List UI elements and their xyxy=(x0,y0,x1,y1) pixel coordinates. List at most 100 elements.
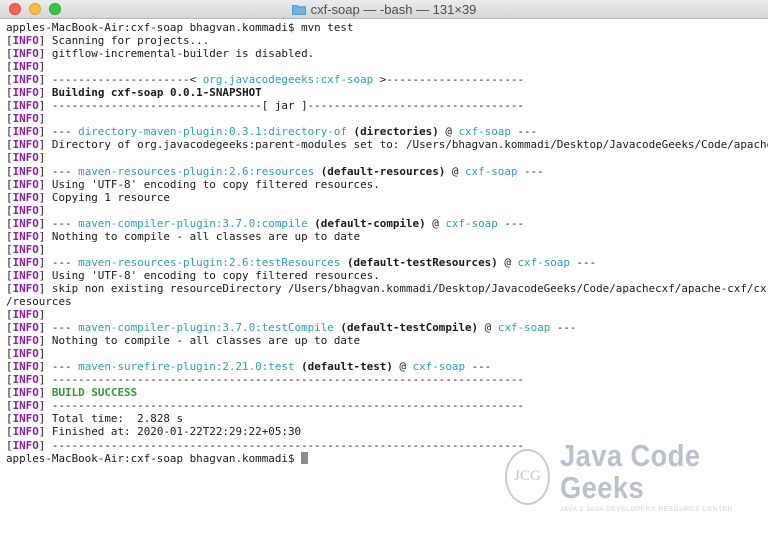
log-level-tag: INFO xyxy=(12,177,39,191)
highlight-text: cxf-soap xyxy=(445,216,498,230)
log-level-tag: INFO xyxy=(12,216,39,230)
terminal-text: >--------------------- xyxy=(373,73,525,87)
terminal-text: ] xyxy=(38,308,46,322)
terminal-text: ] Total time: 2.828 s xyxy=(38,412,184,426)
terminal-text: @ xyxy=(478,321,498,335)
terminal-text: ] xyxy=(38,60,46,74)
terminal-line: [INFO] Directory of org.javacodegeeks:pa… xyxy=(6,138,768,151)
terminal-text: --- xyxy=(569,255,597,269)
bold-text: (default-testResources) xyxy=(346,255,498,269)
logo-badge-text: JCG xyxy=(514,468,541,484)
terminal-line: [INFO] xyxy=(6,204,768,217)
log-level-tag: INFO xyxy=(12,412,39,426)
highlight-text: cxf-soap xyxy=(412,360,466,374)
terminal-line: [INFO] ---------------------------------… xyxy=(6,399,768,412)
terminal-text: @ xyxy=(425,216,446,230)
bold-text: (default-test) xyxy=(301,360,393,374)
logo-subtitle: JAVA 2 JAVA DEVELOPERS RESOURCE CENTER xyxy=(559,506,733,513)
logo-title: Java Code Geeks xyxy=(559,438,701,505)
java-code-geeks-watermark: JCG Java Code Geeks JAVA 2 JAVA DEVELOPE… xyxy=(505,440,768,513)
terminal-text: ] Copying 1 resource xyxy=(38,190,170,204)
terminal-line: [INFO] --- maven-surefire-plugin:2.21.0:… xyxy=(6,360,768,373)
terminal-text: ] --- xyxy=(38,164,79,178)
terminal-text: ] Directory of org.javacodegeeks:parent-… xyxy=(38,138,768,152)
log-level-tag: INFO xyxy=(12,425,39,439)
terminal-text: ] Finished at: 2020-01-22T22:29:22+05:30 xyxy=(38,425,302,439)
terminal-line: [INFO] BUILD SUCCESS xyxy=(6,386,768,399)
log-level-tag: INFO xyxy=(12,308,39,322)
log-level-tag: INFO xyxy=(12,151,39,165)
highlight-text: cxf-soap xyxy=(497,321,551,335)
terminal-line: /resources xyxy=(6,295,768,308)
highlight-text: cxf-soap xyxy=(458,125,511,139)
terminal-text: --- xyxy=(517,164,544,178)
bold-text: Building cxf-soap 0.0.1-SNAPSHOT xyxy=(51,86,262,100)
jcg-logo-icon: JCG xyxy=(505,448,550,505)
highlight-text: directory-maven-plugin:0.3.1:directory-o… xyxy=(78,125,347,139)
terminal-line: [INFO] Building cxf-soap 0.0.1-SNAPSHOT xyxy=(6,86,768,99)
terminal-text: ] Nothing to compile - all classes are u… xyxy=(38,334,361,348)
log-level-tag: INFO xyxy=(12,34,39,48)
terminal-line: [INFO] Using 'UTF-8' encoding to copy fi… xyxy=(6,178,768,191)
terminal-text: ] xyxy=(38,151,46,165)
terminal-line: [INFO] xyxy=(6,347,768,360)
highlight-text: maven-resources-plugin:2.6:testResources xyxy=(78,255,341,269)
terminal-text: ] --- xyxy=(38,216,79,230)
log-level-tag: INFO xyxy=(12,334,39,348)
terminal-text: ] Nothing to compile - all classes are u… xyxy=(38,229,361,243)
terminal-text: ] xyxy=(38,203,46,217)
terminal-line: [INFO] xyxy=(6,151,768,164)
log-level-tag: INFO xyxy=(12,360,39,374)
log-level-tag: INFO xyxy=(12,229,39,243)
terminal-window: cxf-soap — -bash — 131×39 apples-MacBook… xyxy=(0,0,768,538)
build-status: BUILD SUCCESS xyxy=(51,386,138,400)
terminal-line: [INFO] --------------------------------[… xyxy=(6,99,768,112)
terminal-line: [INFO] --- maven-compiler-plugin:3.7.0:c… xyxy=(6,217,768,230)
terminal-line: [INFO] gitflow-incremental-builder is di… xyxy=(6,47,768,60)
log-level-tag: INFO xyxy=(12,60,39,74)
highlight-text: cxf-soap xyxy=(465,164,518,178)
log-level-tag: INFO xyxy=(12,373,39,387)
terminal-line: [INFO] skip non existing resourceDirecto… xyxy=(6,282,768,295)
bold-text: (default-testCompile) xyxy=(340,321,479,335)
highlight-text: cxf-soap xyxy=(517,255,570,269)
terminal-text: apples-MacBook-Air:cxf-soap bhagvan.komm… xyxy=(6,21,354,34)
log-level-tag: INFO xyxy=(12,190,39,204)
terminal-line: [INFO] Copying 1 resource xyxy=(6,191,768,204)
log-level-tag: INFO xyxy=(12,438,39,452)
log-level-tag: INFO xyxy=(12,164,39,178)
terminal-line: [INFO] Nothing to compile - all classes … xyxy=(6,334,768,347)
terminal-line: [INFO] --- directory-maven-plugin:0.3.1:… xyxy=(6,125,768,138)
log-level-tag: INFO xyxy=(12,47,39,61)
bold-text: (default-resources) xyxy=(320,164,446,178)
terminal-text: ] skip non existing resourceDirectory /U… xyxy=(38,281,767,295)
terminal-line: [INFO] --- maven-resources-plugin:2.6:te… xyxy=(6,256,768,269)
highlight-text: maven-compiler-plugin:3.7.0:compile xyxy=(78,216,308,230)
terminal-line: [INFO] xyxy=(6,308,768,321)
cursor xyxy=(301,451,309,464)
terminal-text: @ xyxy=(438,125,459,139)
terminal-text: ] gitflow-incremental-builder is disable… xyxy=(38,47,315,61)
terminal-line: [INFO] xyxy=(6,112,768,125)
terminal-text: ] xyxy=(38,112,46,126)
terminal-text: --- xyxy=(510,125,538,139)
terminal-text: ] --- xyxy=(38,255,79,269)
log-level-tag: INFO xyxy=(12,386,39,400)
terminal-line: [INFO] ---------------------< org.javaco… xyxy=(6,73,768,86)
terminal-output[interactable]: apples-MacBook-Air:cxf-soap bhagvan.komm… xyxy=(0,19,768,465)
terminal-text: ] xyxy=(38,86,52,100)
terminal-text: ] xyxy=(38,242,46,256)
terminal-text: @ xyxy=(445,164,465,178)
title-bar[interactable]: cxf-soap — -bash — 131×39 xyxy=(0,0,768,19)
log-level-tag: INFO xyxy=(12,347,39,361)
highlight-text: maven-resources-plugin:2.6:resources xyxy=(78,164,315,178)
log-level-tag: INFO xyxy=(12,86,39,100)
bold-text: (directories) xyxy=(353,125,439,139)
bold-text: (default-compile) xyxy=(314,216,426,230)
log-level-tag: INFO xyxy=(12,268,39,282)
highlight-text: maven-surefire-plugin:2.21.0:test xyxy=(78,360,295,374)
terminal-text: @ xyxy=(497,255,518,269)
terminal-text: --- xyxy=(550,321,577,335)
folder-icon xyxy=(291,4,306,15)
log-level-tag: INFO xyxy=(12,125,39,139)
